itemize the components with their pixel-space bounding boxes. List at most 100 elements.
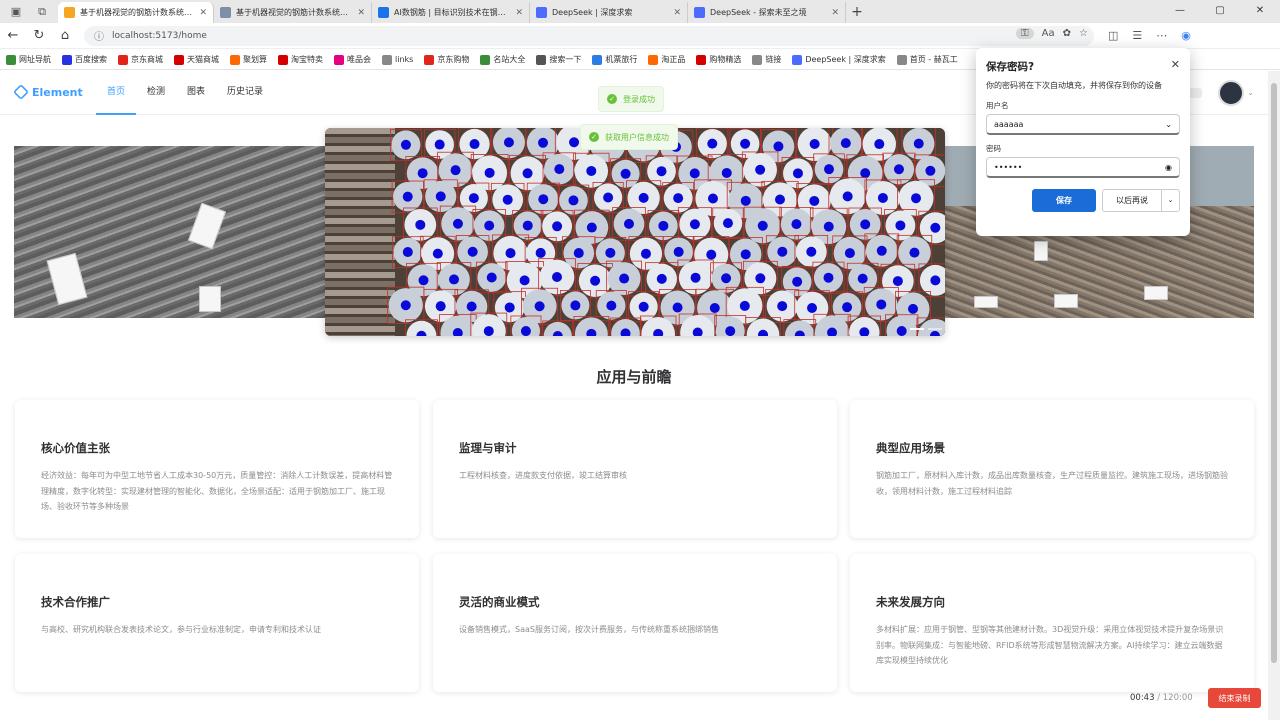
carousel-indicators <box>910 328 945 330</box>
split-screen-icon[interactable]: ◫ <box>1108 29 1118 42</box>
card-text: 钢筋加工厂，原材料入库计数，成品出库数量核查，生产过程质量监控。建筑施工现场，进… <box>876 471 1228 496</box>
bookmark-item[interactable]: 机票旅行 <box>592 54 637 65</box>
password-key-icon[interactable]: ⚿ <box>1016 27 1034 39</box>
browser-tab[interactable]: DeepSeek - 探索未至之境 ✕ <box>688 2 846 23</box>
save-button[interactable]: 保存 <box>1032 189 1096 212</box>
page-scrollbar[interactable] <box>1268 71 1280 720</box>
menu-item-detect[interactable]: 检测 <box>136 71 176 115</box>
header-toggle[interactable] <box>1188 88 1202 98</box>
toast-login-success: ✓ 登录成功 <box>598 86 664 112</box>
recording-timer: 00:43 / 120:00 <box>1130 693 1193 703</box>
bookmark-label: 淘宝特卖 <box>291 55 323 64</box>
refresh-icon[interactable]: ↻ <box>26 28 52 43</box>
read-aloud-icon[interactable]: Aa <box>1042 28 1055 39</box>
bookmark-favicon-icon <box>278 54 288 65</box>
bookmark-item[interactable]: 淘正品 <box>648 54 685 65</box>
card-business-model: 灵活的商业模式 设备销售模式，SaaS服务订阅，按次计费服务，与传统称重系统捆绑… <box>433 554 837 692</box>
eye-icon[interactable]: ◉ <box>1165 163 1172 172</box>
bookmark-item[interactable]: links <box>382 54 413 65</box>
bookmark-label: 首页 - 赫瓦工 <box>909 55 958 64</box>
bookmark-item[interactable]: 聚划算 <box>230 54 267 65</box>
tab-close-icon[interactable]: ✕ <box>831 8 839 18</box>
later-button[interactable]: 以后再说 ⌄ <box>1102 189 1180 212</box>
tab-actions-icon[interactable]: ⧉ <box>32 2 52 22</box>
bookmark-item[interactable]: 搜索一下 <box>536 54 581 65</box>
browser-tab[interactable]: 基于机器视觉的钢筋计数系统算法 ✕ <box>214 2 372 23</box>
bookmark-item[interactable]: 唯品会 <box>334 54 371 65</box>
chevron-down-icon[interactable]: ⌄ <box>1165 120 1172 129</box>
bookmark-label: 淘正品 <box>661 55 686 64</box>
username-field[interactable]: aaaaaa ⌄ <box>986 114 1180 135</box>
app-logo[interactable]: Element <box>13 84 83 100</box>
extension-icon[interactable]: ✿ <box>1063 28 1071 39</box>
bookmark-label: 机票旅行 <box>605 55 638 64</box>
browser-tab[interactable]: AI数钢筋 | 目标识别技术在钢筋计 ✕ <box>372 2 530 23</box>
close-icon[interactable]: ✕ <box>1171 58 1180 71</box>
chevron-down-icon[interactable]: ⌄ <box>1161 190 1179 211</box>
url-field[interactable]: ⓘ localhost:5173/home ⚿ Aa ✿ ☆ <box>84 25 1094 46</box>
toast-text: 登录成功 <box>623 94 655 104</box>
tab-close-icon[interactable]: ✕ <box>673 8 681 18</box>
menu-item-home[interactable]: 首页 <box>96 71 137 115</box>
new-tab-button[interactable]: + <box>846 4 868 20</box>
carousel-slide-active[interactable] <box>325 128 945 336</box>
bookmark-label: 京东商城 <box>131 55 163 64</box>
bookmark-item[interactable]: 京东购物 <box>424 54 469 65</box>
minimize-icon[interactable]: — <box>1160 0 1200 22</box>
tab-close-icon[interactable]: ✕ <box>515 8 523 18</box>
carousel-slide-prev[interactable] <box>14 146 340 318</box>
browser-tab[interactable]: 基于机器视觉的钢筋计数系统算法 ✕ <box>58 2 214 23</box>
bookmark-favicon-icon <box>174 54 184 65</box>
bookmark-label: 购物精选 <box>709 55 742 64</box>
bookmark-label: 京东购物 <box>437 55 470 64</box>
logo-icon <box>13 84 29 100</box>
bookmark-item[interactable]: 首页 - 赫瓦工 <box>896 54 958 65</box>
password-field[interactable]: •••••• ◉ <box>986 157 1180 178</box>
scrollbar-thumb[interactable] <box>1271 83 1277 663</box>
bookmark-favicon-icon <box>648 54 659 65</box>
tab-close-icon[interactable]: ✕ <box>199 8 207 18</box>
carousel-indicator[interactable] <box>928 328 942 330</box>
check-circle-icon: ✓ <box>607 94 617 104</box>
card-title: 灵活的商业模式 <box>459 595 540 609</box>
more-icon[interactable]: ⋯ <box>1156 29 1167 42</box>
bookmark-item[interactable]: 购物精选 <box>696 54 741 65</box>
favorites-icon[interactable]: ☰ <box>1132 29 1142 42</box>
home-icon[interactable]: ⌂ <box>52 28 78 43</box>
bookmark-favicon-icon <box>230 54 240 65</box>
carousel-indicator[interactable] <box>910 328 924 330</box>
bookmark-item[interactable]: 网址导航 <box>6 54 51 65</box>
bookmark-item[interactable]: 名站大全 <box>480 54 525 65</box>
bookmark-item[interactable]: 天猫商城 <box>174 54 219 65</box>
bookmark-item[interactable]: 淘宝特卖 <box>278 54 323 65</box>
recording-total: / 120:00 <box>1157 693 1193 703</box>
card-text: 经济效益：每年可为中型工地节省人工成本30-50万元，质量管控：消除人工计数误差… <box>41 471 393 511</box>
bookmark-item[interactable]: 链接 <box>752 54 781 65</box>
card-title: 未来发展方向 <box>876 595 945 609</box>
browser-tab[interactable]: DeepSeek | 深度求索 ✕ <box>530 2 688 23</box>
bookmark-item[interactable]: 百度搜索 <box>62 54 107 65</box>
close-window-icon[interactable]: ✕ <box>1240 0 1280 22</box>
bookmark-favicon-icon <box>896 54 907 65</box>
rebar-tag-image <box>974 296 998 308</box>
chevron-down-icon[interactable]: ⌄ <box>1247 88 1254 97</box>
avatar[interactable] <box>1218 80 1244 106</box>
bookmark-item[interactable]: 京东商城 <box>118 54 163 65</box>
menu-item-history[interactable]: 历史记录 <box>216 71 274 115</box>
site-info-icon[interactable]: ⓘ <box>94 28 104 43</box>
tab-favicon-icon <box>220 7 231 18</box>
maximize-icon[interactable]: ▢ <box>1200 0 1240 22</box>
bookmark-favicon-icon <box>118 54 128 65</box>
menu-item-charts[interactable]: 图表 <box>176 71 216 115</box>
bookmark-favicon-icon <box>382 54 392 65</box>
copilot-icon[interactable]: ◉ <box>1181 29 1191 42</box>
rebar-tag-image <box>187 202 227 250</box>
tab-close-icon[interactable]: ✕ <box>357 8 365 18</box>
bookmark-item[interactable]: DeepSeek | 深度求索 <box>792 54 886 65</box>
window-menu-icon[interactable]: ▣ <box>6 2 26 22</box>
main-menu: 首页 检测 图表 历史记录 <box>96 71 274 115</box>
bookmark-favicon-icon <box>480 54 491 65</box>
stop-recording-button[interactable]: 结束录制 <box>1208 688 1261 708</box>
back-icon[interactable]: ← <box>0 28 26 43</box>
favorite-star-icon[interactable]: ☆ <box>1079 28 1088 39</box>
